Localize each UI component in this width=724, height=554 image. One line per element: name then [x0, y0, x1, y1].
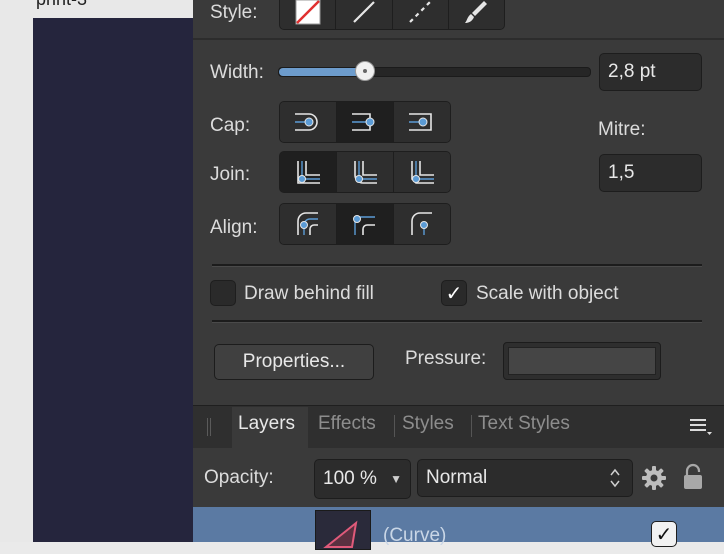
lock-icon[interactable] — [682, 463, 704, 491]
gear-icon[interactable] — [641, 465, 667, 491]
mitre-join-icon — [297, 161, 321, 184]
cap-label: Cap: — [210, 115, 251, 136]
width-label: Width: — [210, 62, 264, 83]
style-solid-line-button[interactable] — [336, 0, 393, 29]
mitre-label: Mitre: — [598, 119, 646, 140]
round-cap-icon — [295, 113, 318, 131]
document-tab-title[interactable]: print-3 — [36, 0, 87, 10]
mitre-value-field[interactable]: 1,5 — [599, 154, 702, 192]
updown-chevron-icon — [610, 468, 620, 488]
opacity-dropdown[interactable]: 100 % ▼ — [314, 459, 411, 499]
width-slider-handle[interactable] — [355, 61, 376, 81]
layer-visibility-checkbox[interactable]: ✓ — [651, 521, 677, 547]
solid-line-icon — [353, 1, 375, 23]
align-outside-button[interactable] — [393, 204, 450, 244]
align-label: Align: — [210, 217, 258, 238]
cap-round-button[interactable] — [280, 102, 338, 142]
tab-row: Layers Effects Styles Text Styles — [193, 405, 724, 447]
style-label: Style: — [210, 2, 258, 23]
tab-layers[interactable]: Layers — [238, 413, 295, 435]
style-dashed-line-button[interactable] — [392, 0, 449, 29]
brush-icon — [465, 1, 488, 23]
draw-behind-fill-checkbox[interactable] — [210, 280, 236, 306]
square-cap-icon — [408, 113, 432, 131]
cap-square-button[interactable] — [393, 102, 450, 142]
opacity-label: Opacity: — [204, 467, 274, 488]
pressure-graph[interactable] — [503, 342, 661, 380]
cap-butt-button[interactable] — [337, 102, 394, 142]
draw-behind-fill-label: Draw behind fill — [244, 283, 374, 304]
join-bevel-button[interactable] — [393, 152, 450, 192]
tab-separator — [394, 415, 395, 437]
section-divider-top — [212, 264, 702, 267]
align-center-icon — [353, 215, 375, 235]
align-inside-button[interactable] — [280, 204, 338, 244]
join-label: Join: — [210, 164, 251, 185]
dashed-line-icon — [409, 1, 431, 23]
artboard[interactable] — [33, 18, 193, 542]
join-segmented-control — [279, 151, 451, 193]
pressure-label: Pressure: — [405, 348, 487, 369]
tab-styles[interactable]: Styles — [402, 413, 454, 435]
layer-name[interactable]: (Curve) — [383, 525, 446, 547]
align-center-button[interactable] — [337, 204, 394, 244]
tab-separator — [471, 415, 472, 437]
blend-mode-select[interactable]: Normal — [417, 459, 633, 497]
no-stroke-icon — [295, 0, 321, 25]
align-outside-icon — [411, 212, 432, 235]
panel-menu-icon[interactable] — [689, 418, 713, 436]
layer-row[interactable] — [193, 507, 724, 542]
bevel-join-icon — [411, 161, 434, 184]
scale-with-object-label: Scale with object — [476, 283, 619, 304]
style-brush-button[interactable] — [448, 0, 504, 29]
round-join-icon — [354, 161, 377, 184]
style-segmented-control — [279, 0, 505, 30]
chevron-down-icon: ▼ — [390, 472, 402, 486]
tab-text-styles[interactable]: Text Styles — [478, 413, 570, 435]
scale-with-object-checkbox[interactable]: ✓ — [441, 280, 467, 306]
opacity-value: 100 % — [323, 468, 377, 489]
blend-mode-value: Normal — [426, 467, 488, 488]
properties-button[interactable]: Properties... — [214, 344, 374, 380]
join-round-button[interactable] — [337, 152, 394, 192]
align-segmented-control — [279, 203, 451, 245]
section-divider-bottom — [212, 320, 702, 323]
style-none-button[interactable] — [280, 0, 337, 29]
width-value-field[interactable]: 2,8 pt — [599, 53, 702, 91]
tab-effects[interactable]: Effects — [318, 413, 376, 435]
join-mitre-button[interactable] — [280, 152, 338, 192]
align-inside-icon — [297, 212, 319, 235]
width-slider-fill — [279, 68, 367, 76]
cap-segmented-control — [279, 101, 451, 143]
style-divider — [193, 38, 724, 40]
width-slider-track[interactable] — [278, 67, 591, 77]
layer-thumbnail — [315, 510, 371, 550]
butt-cap-icon — [352, 113, 375, 131]
